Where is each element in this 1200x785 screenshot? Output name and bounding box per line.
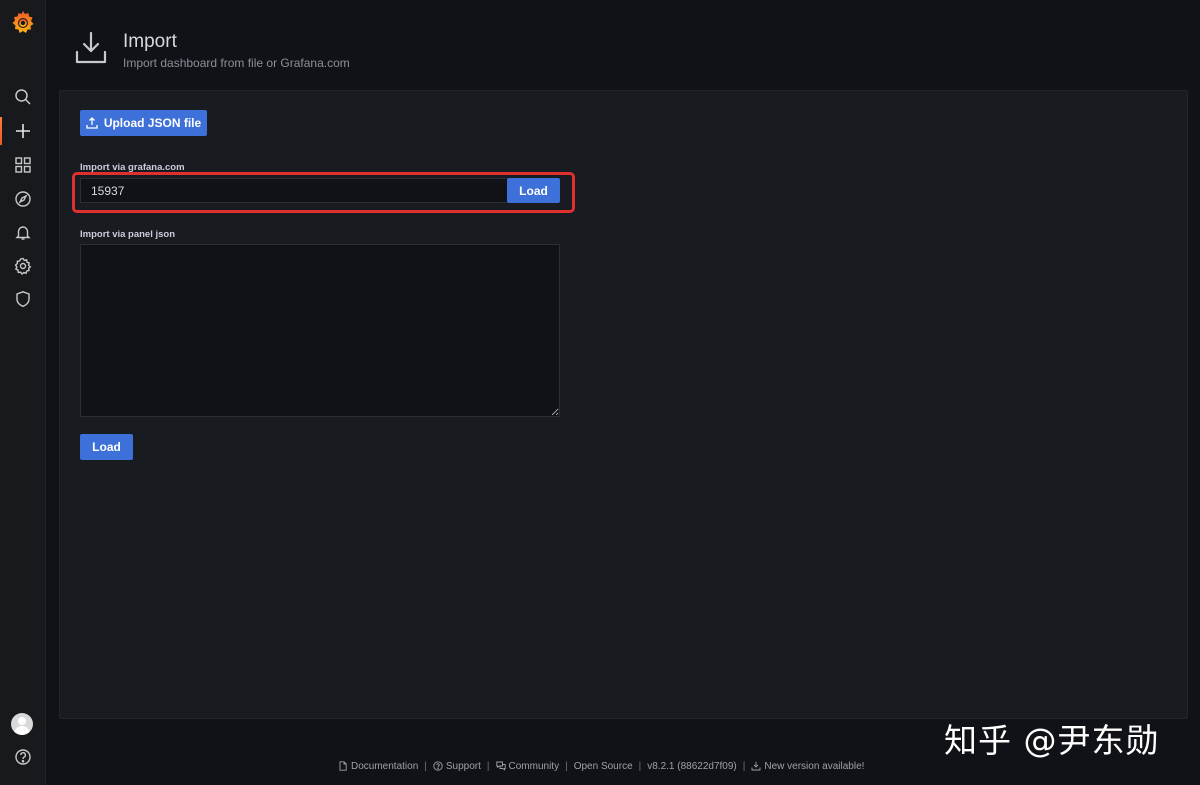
- community-label: Community: [508, 760, 560, 772]
- upload-icon: [86, 117, 98, 129]
- import-download-icon: [73, 30, 109, 66]
- grafana-id-input[interactable]: [80, 178, 507, 203]
- document-icon: [339, 761, 347, 771]
- footer-separator: |: [565, 760, 568, 772]
- footer: Documentation | Support | Community | Op…: [338, 759, 864, 773]
- help-icon[interactable]: [0, 742, 46, 772]
- new-version-link[interactable]: New version available!: [751, 761, 864, 772]
- plus-icon[interactable]: [0, 116, 46, 146]
- dashboards-icon[interactable]: [0, 150, 46, 180]
- open-source-link[interactable]: Open Source: [574, 761, 633, 772]
- version-info: v8.2.1 (88622d7f09): [647, 761, 737, 772]
- support-link[interactable]: Support: [433, 761, 481, 772]
- upload-json-button[interactable]: Upload JSON file: [80, 110, 207, 136]
- documentation-link[interactable]: Documentation: [338, 761, 418, 772]
- footer-separator: |: [424, 760, 427, 772]
- upload-json-label: Upload JSON file: [103, 116, 202, 130]
- shield-icon[interactable]: [0, 284, 46, 314]
- sidebar: [0, 0, 46, 785]
- support-label: Support: [445, 760, 481, 772]
- new-version-label: New version available!: [764, 760, 865, 772]
- footer-separator: |: [638, 760, 642, 772]
- search-icon[interactable]: [0, 82, 46, 112]
- bell-icon[interactable]: [0, 217, 46, 247]
- question-icon: [433, 761, 443, 771]
- footer-separator: |: [486, 760, 490, 772]
- version-label: v8.2.1 (88622d7f09): [647, 760, 737, 772]
- page-title: Import: [123, 31, 177, 52]
- panel-json-label: Import via panel json: [80, 229, 176, 240]
- documentation-label: Documentation: [351, 760, 419, 772]
- footer-separator: |: [742, 760, 746, 772]
- grafana-load-button[interactable]: Load: [507, 178, 560, 203]
- panel-json-load-button[interactable]: Load: [80, 434, 133, 460]
- community-link[interactable]: Community: [495, 760, 560, 772]
- import-panel: Upload JSON file Import via grafana.com …: [59, 90, 1188, 719]
- download-icon: [751, 761, 761, 771]
- explore-icon[interactable]: [0, 184, 46, 214]
- watermark: 知乎 @尹东勋: [944, 721, 1160, 760]
- open-source-label: Open Source: [573, 760, 633, 772]
- gear-icon[interactable]: [0, 251, 46, 281]
- grafana-logo-icon[interactable]: [11, 10, 35, 36]
- page-subtitle: Import dashboard from file or Grafana.co…: [123, 56, 350, 70]
- panel-json-textarea[interactable]: [80, 244, 560, 417]
- comments-icon: [495, 761, 506, 771]
- avatar[interactable]: [11, 713, 33, 735]
